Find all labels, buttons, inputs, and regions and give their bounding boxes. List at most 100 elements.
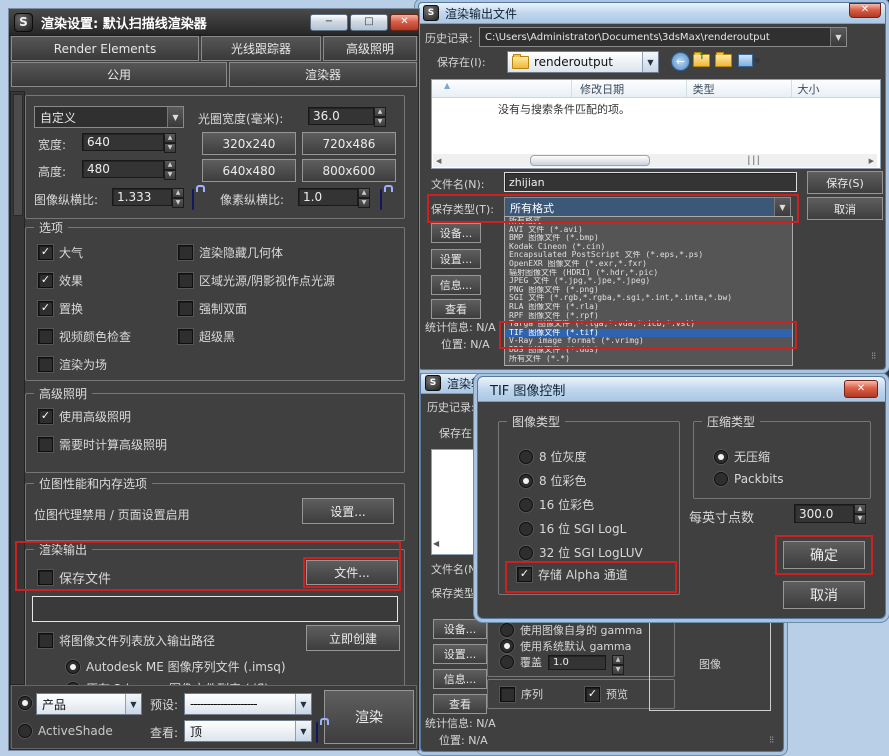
resize-grip-icon[interactable]: ⁝⁝ (871, 351, 875, 362)
chevron-down-icon[interactable]: ▼ (642, 52, 658, 72)
back-icon[interactable]: ← (671, 52, 690, 71)
format-option[interactable]: PNG 图像文件 (*.png) (505, 286, 792, 295)
spinner-arrows[interactable]: ▲▼ (612, 655, 624, 670)
close-icon[interactable]: ✕ (390, 14, 419, 31)
radio-icon[interactable] (500, 623, 514, 637)
tif-titlebar[interactable]: TIF 图像控制 (478, 377, 885, 402)
tab-render-elements[interactable]: Render Elements (11, 36, 199, 61)
resize-grip-icon[interactable]: ⁝⁝ (769, 735, 773, 746)
size-preset-combo[interactable]: 自定义 ▼ (34, 106, 184, 128)
format-option[interactable]: V-Ray image format (*.vrimg) (505, 337, 792, 346)
format-option[interactable]: 所有格式 (505, 217, 792, 226)
radio-icon[interactable] (519, 498, 533, 512)
format-option[interactable]: OpenEXR 图像文件 (*.exr,*.fxr) (505, 260, 792, 269)
minimize-icon[interactable]: − (310, 14, 348, 31)
scroll-right-icon[interactable]: ▶ (866, 157, 877, 165)
tif-option-8bit-grey[interactable]: 8 位灰度 (519, 448, 586, 465)
info-button[interactable]: 信息... (431, 275, 481, 295)
scroll-thumb[interactable] (530, 155, 650, 166)
checkbox-icon[interactable] (178, 301, 193, 316)
checkbox-icon[interactable] (38, 329, 53, 344)
format-option[interactable]: RLA 图像文件 (*.rla) (505, 303, 792, 312)
checkbox-icon[interactable] (38, 273, 53, 288)
chevron-down-icon[interactable]: ▼ (125, 694, 141, 714)
option-render-hidden[interactable]: 渲染隐藏几何体 (178, 244, 283, 261)
checkbox-icon[interactable] (178, 273, 193, 288)
create-now-button[interactable]: 立即创建 (306, 625, 400, 651)
tab-advanced-lighting[interactable]: 高级照明 (323, 36, 417, 61)
activeshade-radio[interactable]: ActiveShade (18, 724, 113, 738)
format-option-selected[interactable]: TIF 图像文件 (*.tif) (505, 329, 792, 338)
checkbox-icon[interactable] (38, 633, 53, 648)
size-640x480-button[interactable]: 640x480 (202, 159, 296, 182)
radio-icon[interactable] (18, 724, 32, 738)
ok-button[interactable]: 确定 (783, 541, 865, 569)
save-button[interactable]: 保存(S) (807, 171, 883, 194)
filename-input[interactable]: zhijian (504, 172, 797, 192)
format-option[interactable]: 所有文件 (*.*) (505, 355, 792, 364)
option-displacement[interactable]: 置换 (38, 300, 83, 317)
option-force-two-sided[interactable]: 强制双面 (178, 300, 247, 317)
tif-option-32bit-sgi[interactable]: 32 位 SGI LogLUV (519, 544, 643, 561)
tif-option-16bit-sgi[interactable]: 16 位 SGI LogL (519, 520, 626, 537)
checkbox-icon[interactable] (517, 567, 532, 582)
store-alpha-checkbox[interactable]: 存储 Alpha 通道 (517, 566, 628, 583)
dialog1-titlebar[interactable]: S 渲染输出文件 (419, 3, 885, 24)
option-area-lights[interactable]: 区域光源/阴影视作点光源 (178, 272, 335, 289)
radio-icon[interactable] (519, 522, 533, 536)
format-option[interactable]: Targa 图像文件 (*.tga,*.vda,*.icb,*.vst) (505, 320, 792, 329)
cancel-button[interactable]: 取消 (807, 197, 883, 220)
save-in-combo[interactable]: renderoutput ▼ (507, 51, 659, 73)
history-combo[interactable]: C:\Users\Administrator\Documents\3dsMax\… (479, 27, 847, 47)
chevron-down-icon[interactable]: ▼ (167, 107, 183, 127)
tab-common[interactable]: 公用 (11, 62, 227, 87)
radio-icon[interactable] (714, 450, 728, 464)
no-compression-option[interactable]: 无压缩 (714, 448, 770, 465)
tab-renderer[interactable]: 渲染器 (229, 62, 417, 87)
lock-icon[interactable] (192, 189, 194, 210)
option-render-to-fields[interactable]: 渲染为场 (38, 356, 107, 373)
format-option[interactable]: SGI 文件 (*.rgb,*.rgba,*.sgi,*.int,*.inta,… (505, 294, 792, 303)
pixel-aspect-spinner[interactable]: 1.0 ▲▼ (298, 188, 370, 206)
format-option[interactable]: RPF 图像文件 (*.rpf) (505, 312, 792, 321)
bitmap-setup-button[interactable]: 设置... (302, 498, 394, 524)
setup-button[interactable]: 设置... (431, 249, 481, 269)
format-option[interactable]: BMP 图像文件 (*.bmp) (505, 234, 792, 243)
size-800x600-button[interactable]: 800x600 (302, 159, 396, 182)
spinner-arrows[interactable]: ▲▼ (854, 504, 866, 523)
radio-icon[interactable] (519, 450, 533, 464)
production-radio[interactable] (18, 696, 32, 710)
horizontal-scrollbar[interactable]: ◀ ┃┃┃ ▶ (433, 154, 877, 167)
use-advanced-lighting[interactable]: 使用高级照明 (38, 408, 131, 425)
radio-icon[interactable] (66, 660, 80, 674)
spinner-arrows[interactable]: ▲▼ (164, 133, 176, 151)
save-type-combo[interactable]: 所有格式 ▼ (504, 197, 791, 218)
chevron-down-icon[interactable]: ▼ (774, 198, 790, 217)
image-file-list-checkbox[interactable]: 将图像文件列表放入输出路径 (38, 632, 215, 649)
save-file-checkbox[interactable]: 保存文件 (38, 568, 111, 587)
format-option[interactable]: AVI 文件 (*.avi) (505, 226, 792, 235)
radio-icon[interactable] (500, 639, 514, 653)
compute-when-required[interactable]: 需要时计算高级照明 (38, 436, 167, 453)
spinner-arrows[interactable]: ▲▼ (358, 188, 370, 206)
output-path-field[interactable] (32, 596, 398, 622)
setup-button[interactable]: 设置... (433, 644, 487, 664)
tab-raytracer[interactable]: 光线跟踪器 (201, 36, 321, 61)
view-combo[interactable]: 顶 ▼ (184, 720, 312, 742)
checkbox-icon[interactable] (38, 409, 53, 424)
radio-icon[interactable] (18, 696, 32, 710)
checkbox-icon[interactable] (38, 437, 53, 452)
column-type[interactable]: 类型 (687, 80, 792, 97)
files-button[interactable]: 文件... (306, 560, 398, 585)
radio-icon[interactable] (519, 474, 533, 488)
scroll-left-icon[interactable]: ◀ (433, 539, 439, 548)
image-aspect-spinner[interactable]: 1.333 ▲▼ (112, 188, 184, 206)
close-icon[interactable]: ✕ (849, 3, 881, 18)
lock-icon[interactable] (380, 189, 382, 210)
format-option[interactable]: 辐射图像文件 (HDRI) (*.hdr,*.pic) (505, 269, 792, 278)
gamma-override-option[interactable]: 覆盖 1.0 ▲▼ (500, 654, 624, 670)
tif-option-8bit-color[interactable]: 8 位彩色 (519, 472, 586, 489)
column-name[interactable]: ▲ (432, 80, 572, 97)
view-button[interactable]: 查看 (431, 299, 481, 319)
imsq-radio[interactable]: Autodesk ME 图像序列文件 (.imsq) (66, 658, 286, 675)
